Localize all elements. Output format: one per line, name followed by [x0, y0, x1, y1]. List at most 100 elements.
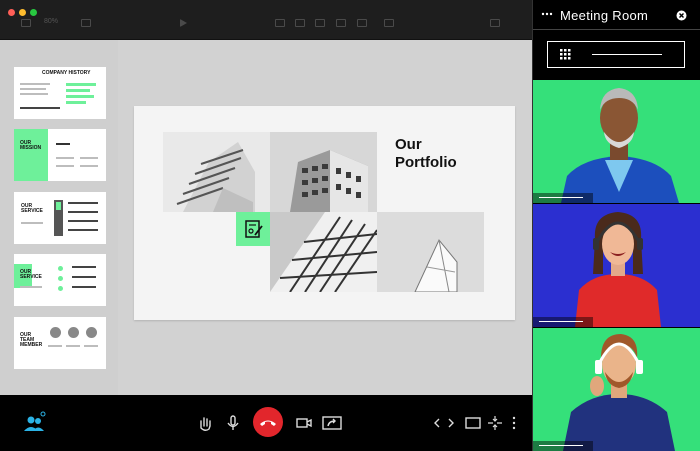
- current-slide[interactable]: Our Portfolio: [134, 106, 515, 320]
- thumbnail-title: OUR MISSION: [20, 140, 42, 151]
- slide-thumbnail[interactable]: OUR MISSION: [14, 129, 106, 181]
- thumbnail-title: OUR TEAM MEMBER: [20, 332, 43, 348]
- thumbnail-dot: [58, 286, 63, 291]
- fullscreen-icon[interactable]: [486, 414, 504, 432]
- thumbnail-text: [84, 345, 98, 347]
- share-screen-icon[interactable]: [322, 414, 342, 432]
- code-view-icon[interactable]: [433, 414, 455, 432]
- minimize-window-dot[interactable]: [19, 9, 26, 16]
- thumbnail-text: [72, 266, 96, 268]
- thumbnail-title: COMPANY HISTORY: [42, 70, 91, 76]
- grid-icon[interactable]: [560, 49, 571, 60]
- participant-name-bar: [533, 317, 593, 327]
- participant-video-tile[interactable]: [533, 80, 700, 203]
- slide-canvas: Our Portfolio: [118, 40, 532, 395]
- thumbnail-text: [80, 157, 98, 159]
- presentation-app: 80% COMPANY HISTORY OUR MISSION OUR SERV…: [0, 0, 532, 451]
- slide-title-line2: Portfolio: [395, 154, 457, 171]
- thumbnail-text: [56, 165, 74, 167]
- thumbnail-text: [21, 222, 43, 224]
- meeting-room-panel: Meeting Room: [532, 0, 700, 451]
- participant-search-box[interactable]: [547, 41, 685, 68]
- thumbnail-text: [20, 93, 48, 95]
- hang-up-button[interactable]: [253, 407, 283, 437]
- raise-hand-icon[interactable]: [196, 414, 214, 432]
- title-bar: 80%: [0, 0, 532, 40]
- comment-icon[interactable]: [384, 19, 394, 27]
- thumbnail-text: [20, 88, 46, 90]
- thumbnail-text: [56, 143, 70, 145]
- thumbnail-avatar: [68, 327, 79, 338]
- slide-title-line1: Our: [395, 136, 422, 153]
- thumbnail-title: OUR SERVICE: [21, 203, 43, 214]
- thumbnail-dot: [58, 276, 63, 281]
- thumbnail-bar: [66, 83, 96, 86]
- building-photo: [163, 132, 270, 212]
- media-icon[interactable]: [357, 19, 367, 27]
- slide-thumbnail[interactable]: OUR SERVICE: [14, 254, 106, 306]
- thumbnail-text: [72, 286, 96, 288]
- close-icon[interactable]: [676, 10, 687, 21]
- meeting-title: Meeting Room: [560, 8, 649, 23]
- thumbnail-text: [48, 345, 62, 347]
- thumbnail-text: [20, 107, 60, 109]
- close-window-dot[interactable]: [8, 9, 15, 16]
- camera-icon[interactable]: [295, 414, 313, 432]
- thumbnail-text: [20, 286, 42, 288]
- thumbnail-bar: [66, 95, 94, 98]
- participant-name-bar: [533, 193, 593, 203]
- play-icon[interactable]: [180, 19, 187, 27]
- thumbnail-text: [68, 220, 98, 222]
- slide-thumbnail[interactable]: COMPANY HISTORY: [14, 67, 106, 119]
- thumbnail-text: [68, 229, 98, 231]
- phone-hangup-icon: [260, 420, 276, 426]
- thumbnail-text: [20, 83, 50, 85]
- participant-video-tile[interactable]: [533, 204, 700, 327]
- layout-icon[interactable]: [464, 414, 482, 432]
- thumbnail-avatar: [86, 327, 97, 338]
- menu-dots-icon[interactable]: [541, 11, 553, 17]
- slide-thumbnail[interactable]: OUR TEAM MEMBER: [14, 317, 106, 369]
- thumbnail-green-panel: [14, 129, 48, 181]
- angle-building-photo: [377, 212, 484, 292]
- view-icon[interactable]: [21, 19, 31, 27]
- participants-icon[interactable]: [22, 409, 48, 435]
- thumbnail-bar: [66, 89, 90, 92]
- thumbnail-bar: [66, 101, 86, 104]
- zoom-level[interactable]: 80%: [44, 18, 58, 25]
- thumbnail-avatar: [50, 327, 61, 338]
- participant-video-tile[interactable]: [533, 328, 700, 451]
- thumbnail-text: [66, 345, 80, 347]
- participant-avatar: [533, 80, 700, 203]
- slides-panel: COMPANY HISTORY OUR MISSION OUR SERVICE: [0, 40, 118, 395]
- thumbnail-text: [72, 276, 96, 278]
- thumbnail-text: [68, 202, 98, 204]
- thumbnail-text: [68, 211, 98, 213]
- participant-avatar: [533, 204, 700, 327]
- tower-photo: [270, 132, 377, 212]
- maximize-window-dot[interactable]: [30, 9, 37, 16]
- shape-icon[interactable]: [336, 19, 346, 27]
- thumbnail-accent: [56, 202, 61, 210]
- participant-name-bar: [533, 441, 593, 451]
- thumbnail-text: [80, 165, 98, 167]
- slide-title: Our Portfolio: [395, 136, 457, 172]
- meeting-header: Meeting Room: [533, 0, 700, 30]
- participant-avatar: [533, 328, 700, 451]
- call-toolbar: [0, 395, 532, 451]
- microphone-icon[interactable]: [224, 414, 242, 432]
- thumbnail-text: [56, 157, 74, 159]
- search-field-line: [592, 54, 662, 55]
- thumbnail-dot: [58, 266, 63, 271]
- certificate-icon: [245, 220, 263, 238]
- add-slide-icon[interactable]: [81, 19, 91, 27]
- thumbnail-title: OUR SERVICE: [20, 269, 42, 280]
- more-options-icon[interactable]: [508, 414, 520, 432]
- textbox-icon[interactable]: [315, 19, 325, 27]
- collaborate-icon[interactable]: [490, 19, 500, 27]
- chart-icon[interactable]: [295, 19, 305, 27]
- table-icon[interactable]: [275, 19, 285, 27]
- slide-thumbnail[interactable]: OUR SERVICE: [14, 192, 106, 244]
- certificate-badge: [236, 212, 270, 246]
- facade-photo: [270, 212, 377, 292]
